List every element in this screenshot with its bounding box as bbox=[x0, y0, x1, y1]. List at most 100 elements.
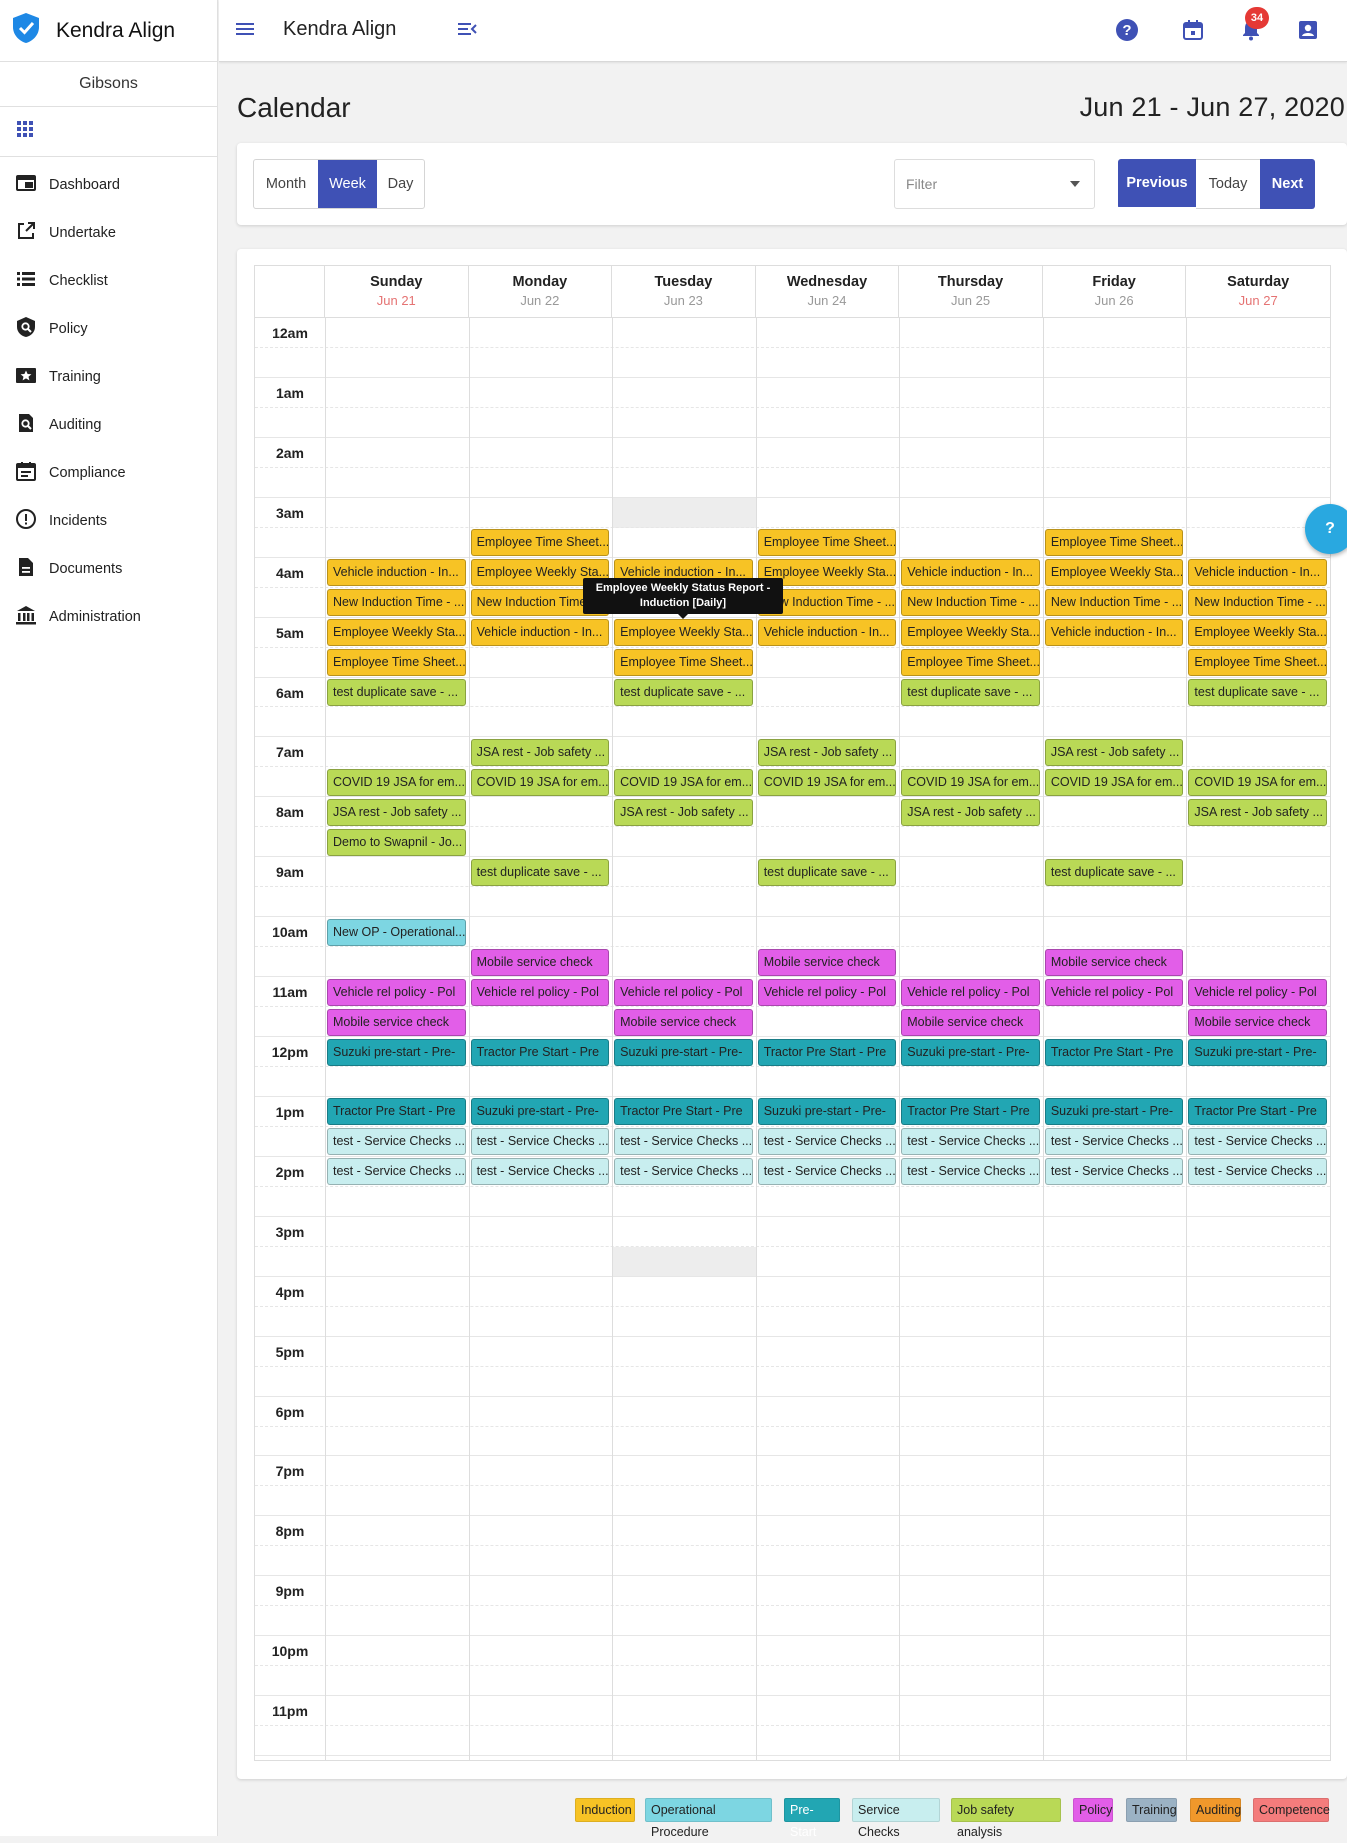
account-box-icon[interactable] bbox=[1294, 16, 1322, 44]
event-jsa[interactable]: test duplicate save - ... bbox=[901, 679, 1040, 707]
view-week-button[interactable]: Week bbox=[318, 160, 377, 208]
day-header-friday[interactable]: Friday Jun 26 bbox=[1042, 266, 1187, 318]
event-service[interactable]: test - Service Checks ... bbox=[614, 1158, 753, 1186]
event-induction[interactable]: Employee Time Sheet... bbox=[327, 649, 466, 677]
calendar-icon[interactable] bbox=[1179, 16, 1207, 44]
event-induction[interactable]: Employee Time Sheet... bbox=[470, 529, 610, 557]
event-induction[interactable]: New Induction Time - ... bbox=[327, 589, 466, 617]
event-jsa[interactable]: Demo to Swapnil - Jo... bbox=[327, 828, 466, 856]
event-policy[interactable]: Vehicle rel policy - Pol bbox=[327, 978, 466, 1006]
brand[interactable]: Kendra Align bbox=[0, 0, 217, 62]
event-service[interactable]: test - Service Checks ... bbox=[1188, 1158, 1327, 1186]
event-prestart[interactable]: Suzuki pre-start - Pre- bbox=[757, 1098, 897, 1126]
event-policy[interactable]: Mobile service check bbox=[1188, 1008, 1327, 1036]
day-header-monday[interactable]: Monday Jun 22 bbox=[468, 266, 613, 318]
event-induction[interactable]: Employee Time Sheet... bbox=[614, 649, 753, 677]
nav-item-administration[interactable]: Administration bbox=[0, 593, 217, 641]
legend-prestart[interactable]: Pre-Start bbox=[784, 1798, 840, 1839]
event-induction[interactable]: Vehicle induction - In... bbox=[470, 619, 610, 647]
event-prestart[interactable]: Suzuki pre-start - Pre- bbox=[1188, 1038, 1327, 1066]
event-service[interactable]: test - Service Checks ... bbox=[1188, 1128, 1327, 1156]
event-operational[interactable]: New OP - Operational... bbox=[327, 918, 466, 946]
day-header-tuesday[interactable]: Tuesday Jun 23 bbox=[612, 266, 756, 318]
event-induction[interactable]: Vehicle induction - In... bbox=[1188, 559, 1327, 587]
legend-induction[interactable]: Induction bbox=[575, 1798, 635, 1822]
event-induction[interactable]: Employee Weekly Sta... bbox=[901, 619, 1040, 647]
event-jsa[interactable]: test duplicate save - ... bbox=[757, 858, 897, 886]
nav-item-undertake[interactable]: Undertake bbox=[0, 209, 217, 257]
view-day-button[interactable]: Day bbox=[377, 160, 424, 208]
today-button[interactable]: Today bbox=[1196, 159, 1260, 209]
legend-training[interactable]: Training bbox=[1126, 1798, 1177, 1822]
legend-operational[interactable]: Operational Procedure bbox=[645, 1798, 772, 1839]
nav-item-dashboard[interactable]: Dashboard bbox=[0, 161, 217, 209]
nav-item-training[interactable]: Training bbox=[0, 353, 217, 401]
event-induction[interactable]: Employee Weekly Sta... bbox=[1044, 559, 1184, 587]
nav-item-checklist[interactable]: Checklist bbox=[0, 257, 217, 305]
event-prestart[interactable]: Tractor Pre Start - Pre bbox=[1188, 1098, 1327, 1126]
event-service[interactable]: test - Service Checks ... bbox=[327, 1128, 466, 1156]
event-service[interactable]: test - Service Checks ... bbox=[614, 1128, 753, 1156]
event-jsa[interactable]: JSA rest - Job safety ... bbox=[470, 738, 610, 766]
event-prestart[interactable]: Suzuki pre-start - Pre- bbox=[1044, 1098, 1184, 1126]
event-induction[interactable]: Employee Time Sheet... bbox=[757, 529, 897, 557]
event-policy[interactable]: Mobile service check bbox=[901, 1008, 1040, 1036]
event-service[interactable]: test - Service Checks ... bbox=[1044, 1128, 1184, 1156]
event-induction[interactable]: New Induction Time - ... bbox=[901, 589, 1040, 617]
event-prestart[interactable]: Suzuki pre-start - Pre- bbox=[901, 1038, 1040, 1066]
event-jsa[interactable]: COVID 19 JSA for em... bbox=[327, 768, 466, 796]
org-name[interactable]: Gibsons bbox=[0, 62, 217, 107]
legend-service[interactable]: Service Checks bbox=[852, 1798, 940, 1839]
event-policy[interactable]: Mobile service check bbox=[470, 948, 610, 976]
day-header-saturday[interactable]: Saturday Jun 27 bbox=[1186, 266, 1330, 318]
legend-policy[interactable]: Policy bbox=[1073, 1798, 1113, 1822]
menu-collapse-icon[interactable] bbox=[455, 17, 479, 46]
nav-item-auditing[interactable]: Auditing bbox=[0, 401, 217, 449]
event-jsa[interactable]: JSA rest - Job safety ... bbox=[901, 798, 1040, 826]
event-policy[interactable]: Vehicle rel policy - Pol bbox=[1044, 978, 1184, 1006]
event-jsa[interactable]: test duplicate save - ... bbox=[1044, 858, 1184, 886]
nav-item-compliance[interactable]: Compliance bbox=[0, 449, 217, 497]
help-fab-button[interactable]: ? bbox=[1305, 504, 1347, 554]
nav-item-incidents[interactable]: Incidents bbox=[0, 497, 217, 545]
event-induction[interactable]: New Induction Time - ... bbox=[1044, 589, 1184, 617]
event-policy[interactable]: Mobile service check bbox=[1044, 948, 1184, 976]
day-header-sunday[interactable]: Sunday Jun 21 bbox=[325, 266, 469, 318]
event-policy[interactable]: Vehicle rel policy - Pol bbox=[757, 978, 897, 1006]
event-prestart[interactable]: Suzuki pre-start - Pre- bbox=[327, 1038, 466, 1066]
event-induction[interactable]: Employee Weekly Sta... bbox=[614, 619, 753, 647]
event-jsa[interactable]: COVID 19 JSA for em... bbox=[1044, 768, 1184, 796]
event-jsa[interactable]: COVID 19 JSA for em... bbox=[470, 768, 610, 796]
event-service[interactable]: test - Service Checks ... bbox=[757, 1158, 897, 1186]
event-jsa[interactable]: COVID 19 JSA for em... bbox=[614, 768, 753, 796]
event-jsa[interactable]: test duplicate save - ... bbox=[614, 679, 753, 707]
event-prestart[interactable]: Tractor Pre Start - Pre bbox=[1044, 1038, 1184, 1066]
legend-jsa[interactable]: Job safety analysis bbox=[951, 1798, 1061, 1839]
nav-item-documents[interactable]: Documents bbox=[0, 545, 217, 593]
event-jsa[interactable]: test duplicate save - ... bbox=[327, 679, 466, 707]
previous-button[interactable]: Previous bbox=[1118, 159, 1196, 207]
event-prestart[interactable]: Tractor Pre Start - Pre bbox=[470, 1038, 610, 1066]
apps-grid-icon[interactable] bbox=[16, 120, 34, 143]
event-induction[interactable]: New Induction Time - ... bbox=[1188, 589, 1327, 617]
event-induction[interactable]: Employee Weekly Sta... bbox=[1188, 619, 1327, 647]
event-prestart[interactable]: Tractor Pre Start - Pre bbox=[757, 1038, 897, 1066]
event-prestart[interactable]: Tractor Pre Start - Pre bbox=[901, 1098, 1040, 1126]
legend-competence[interactable]: Competence bbox=[1253, 1798, 1330, 1822]
event-policy[interactable]: Vehicle rel policy - Pol bbox=[614, 978, 753, 1006]
event-prestart[interactable]: Tractor Pre Start - Pre bbox=[327, 1098, 466, 1126]
event-service[interactable]: test - Service Checks ... bbox=[757, 1128, 897, 1156]
event-service[interactable]: test - Service Checks ... bbox=[1044, 1158, 1184, 1186]
nav-item-policy[interactable]: Policy bbox=[0, 305, 217, 353]
event-jsa[interactable]: JSA rest - Job safety ... bbox=[614, 798, 753, 826]
event-jsa[interactable]: test duplicate save - ... bbox=[470, 858, 610, 886]
event-induction[interactable]: Vehicle induction - In... bbox=[901, 559, 1040, 587]
event-policy[interactable]: Vehicle rel policy - Pol bbox=[1188, 978, 1327, 1006]
event-service[interactable]: test - Service Checks ... bbox=[327, 1158, 466, 1186]
help-circle-icon[interactable]: ? bbox=[1113, 16, 1141, 44]
event-induction[interactable]: Employee Time Sheet... bbox=[1188, 649, 1327, 677]
event-prestart[interactable]: Suzuki pre-start - Pre- bbox=[614, 1038, 753, 1066]
event-induction[interactable]: Vehicle induction - In... bbox=[1044, 619, 1184, 647]
event-induction[interactable]: Employee Time Sheet... bbox=[1044, 529, 1184, 557]
day-header-wednesday[interactable]: Wednesday Jun 24 bbox=[755, 266, 900, 318]
